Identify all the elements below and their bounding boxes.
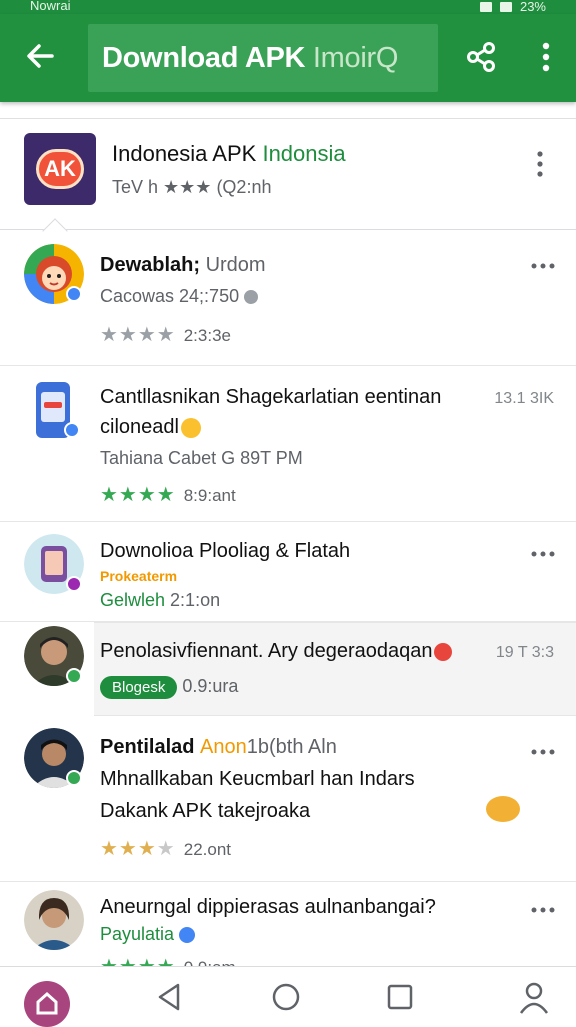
item-line-green: Payulatia bbox=[100, 924, 175, 944]
rating-stars-off: ★ bbox=[156, 838, 176, 860]
status-bar: Nowrai 23% bbox=[0, 0, 576, 14]
status-right: 23% bbox=[479, 0, 546, 14]
info-icon[interactable] bbox=[244, 290, 259, 305]
duck-sticker-icon bbox=[486, 796, 520, 822]
item-title-accent: Anon bbox=[200, 736, 247, 758]
item-title-line2-text: ciloneadl bbox=[100, 416, 179, 438]
search-box[interactable]: Download APK ImoirQ bbox=[88, 24, 438, 92]
bottom-navigation bbox=[0, 966, 576, 1027]
item-title-rest: 1b(bth Aln bbox=[246, 736, 337, 758]
avatar bbox=[24, 626, 84, 686]
item-title: Downolioa Plooliag & Flatah bbox=[100, 540, 351, 562]
item-line-rest: 2:1:on bbox=[170, 590, 221, 610]
online-badge-icon bbox=[66, 668, 82, 684]
item-title: Aneurngal dippierasas aulnanbangai? bbox=[100, 896, 436, 918]
recents-square-icon[interactable] bbox=[380, 977, 420, 1017]
item-meta: 19 T 3:3 bbox=[495, 644, 554, 661]
search-faded-text: ImoirQ bbox=[312, 41, 399, 74]
item-line: Tahiana Cabet G 89T PM bbox=[100, 448, 303, 468]
avatar bbox=[24, 534, 84, 594]
app-badge-icon bbox=[66, 576, 82, 592]
item-line: Blogesk 0.9:ura bbox=[100, 676, 238, 699]
item-title-line2: ciloneadl bbox=[100, 416, 201, 439]
item-line: Payulatia bbox=[100, 924, 196, 945]
status-left-text: Nowrai bbox=[30, 0, 71, 13]
rating: ★★★★ 8:9:ant bbox=[100, 482, 236, 507]
share-icon[interactable] bbox=[464, 40, 498, 74]
home-icon[interactable] bbox=[24, 981, 70, 1027]
overflow-menu-icon[interactable] bbox=[532, 40, 560, 74]
item-menu-icon[interactable] bbox=[530, 906, 556, 914]
rating-text: 2:3:3e bbox=[183, 326, 231, 345]
app-title-text: Indonesia APK bbox=[112, 141, 263, 166]
list-item[interactable]: Downolioa Plooliag & Flatah Prokeaterm G… bbox=[0, 522, 576, 622]
item-body-line1: Mhnallkaban Keucmbarl han Indars bbox=[100, 768, 415, 790]
list-item[interactable]: Cantllasnikan Shagekarlatian eentinan ci… bbox=[0, 366, 576, 522]
item-line-green: Gelwleh bbox=[100, 590, 166, 610]
app-title-accent: Indonsia bbox=[262, 141, 346, 166]
item-menu-icon[interactable] bbox=[530, 748, 556, 756]
person-photo-icon bbox=[24, 890, 84, 950]
item-line: Gelwleh 2:1:on bbox=[100, 590, 220, 611]
item-meta: 13.1 3IK bbox=[494, 390, 554, 407]
avatar bbox=[24, 728, 84, 788]
list-item[interactable]: Dewablah; Urdom Cacowas 24;:750 ★★★★ 2:3:… bbox=[0, 232, 576, 366]
app-logo-icon[interactable]: AK bbox=[24, 133, 96, 205]
rating: ★★★★ 0.9:am bbox=[100, 954, 236, 966]
rating-text: 8:9:ant bbox=[183, 486, 236, 505]
red-emoji-icon bbox=[434, 642, 453, 661]
item-title: Cantllasnikan Shagekarlatian eentinan bbox=[100, 386, 442, 408]
app-logo-mark: AK bbox=[36, 149, 84, 189]
rating: ★★★★ 22.ont bbox=[100, 836, 231, 861]
avatar bbox=[24, 890, 84, 950]
home-circle-icon[interactable] bbox=[266, 977, 306, 1017]
app-bar: Download APK ImoirQ bbox=[0, 14, 576, 102]
rating-stars: ★★★★ bbox=[100, 484, 176, 506]
item-line-text: Cacowas 24;:750 bbox=[100, 286, 240, 306]
item-menu-icon[interactable] bbox=[530, 262, 556, 270]
status-pill-button[interactable]: Blogesk bbox=[100, 676, 178, 699]
list-item[interactable]: Aneurngal dippierasas aulnanbangai? Payu… bbox=[0, 882, 576, 966]
item-title-main: Pentilalad bbox=[100, 736, 201, 758]
battery-percent: 23% bbox=[519, 0, 546, 14]
search-main-text: Download APK bbox=[102, 41, 313, 74]
item-title-main: Dewablah; bbox=[100, 254, 206, 276]
item-title-text: Penolasivfiennant. Ary degeraodaqan bbox=[100, 640, 433, 662]
item-title: Dewablah; Urdom bbox=[100, 254, 266, 277]
app-subtitle: TeV h ★★★ (Q2:nh bbox=[112, 177, 272, 197]
smile-emoji-icon bbox=[180, 417, 201, 438]
app-header-card[interactable]: AK Indonesia APK Indonsia TeV h ★★★ (Q2:… bbox=[0, 118, 576, 230]
item-title-sub: Urdom bbox=[205, 254, 266, 276]
app-menu-icon[interactable] bbox=[532, 149, 548, 179]
rating: ★★★★ 2:3:3e bbox=[100, 322, 231, 347]
back-arrow-icon[interactable] bbox=[22, 38, 58, 74]
online-badge-icon bbox=[66, 770, 82, 786]
item-body-line2: Dakank APK takejroaka bbox=[100, 800, 311, 822]
list-item[interactable]: Pentilalad Anon1b(bth Aln Mhnallkaban Ke… bbox=[0, 716, 576, 882]
download-badge-icon bbox=[64, 422, 80, 438]
signal-icon bbox=[479, 2, 492, 12]
item-title: Pentilalad Anon1b(bth Aln bbox=[100, 736, 337, 759]
rating-stars: ★★★★ bbox=[100, 956, 176, 966]
app-title: Indonesia APK Indonsia bbox=[112, 141, 346, 167]
item-menu-icon[interactable] bbox=[530, 550, 556, 558]
avatar bbox=[24, 244, 84, 304]
item-line-rest: 0.9:ura bbox=[182, 676, 239, 696]
back-triangle-icon[interactable] bbox=[150, 977, 190, 1017]
rating-text: 22.ont bbox=[183, 840, 231, 859]
verified-icon bbox=[179, 927, 196, 944]
item-line: Cacowas 24;:750 bbox=[100, 286, 259, 307]
profile-icon[interactable] bbox=[514, 977, 554, 1017]
avatar bbox=[34, 380, 80, 440]
item-title: Penolasivfiennant. Ary degeraodaqan bbox=[100, 640, 453, 663]
item-tag: Prokeaterm bbox=[100, 568, 178, 584]
battery-icon bbox=[499, 2, 512, 12]
search-text: Download APK ImoirQ bbox=[102, 42, 398, 75]
list-item[interactable]: Penolasivfiennant. Ary degeraodaqan 19 T… bbox=[0, 622, 576, 716]
rating-stars: ★★★ bbox=[100, 838, 157, 860]
rating-text: 0.9:am bbox=[184, 958, 236, 966]
rating-stars: ★★★★ bbox=[100, 324, 176, 346]
verified-badge-icon bbox=[66, 286, 82, 302]
